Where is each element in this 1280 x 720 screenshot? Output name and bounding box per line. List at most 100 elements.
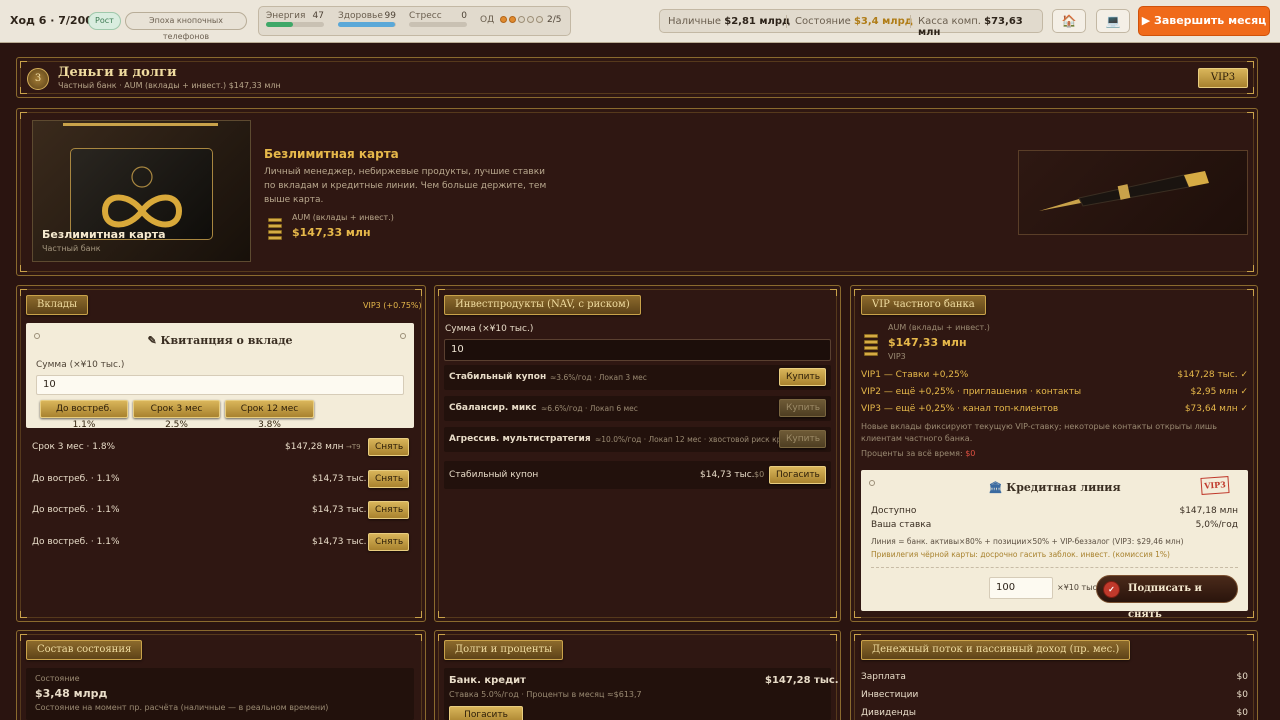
end-month-button[interactable]: ▶ Завершить месяц: [1138, 6, 1270, 36]
credit-available-value: $147,18 млн: [1179, 506, 1238, 516]
sign-and-withdraw-button[interactable]: ✓ Подписать и снять: [1096, 575, 1238, 620]
action-point-dot: [518, 16, 525, 23]
deposit-amount: $14,73 тыс.: [312, 536, 367, 547]
deposit-3m-button[interactable]: Срок 3 мес 2.5%: [133, 400, 220, 430]
loan-amount: $147,28 тыс.: [765, 675, 839, 686]
deposit-12m-button[interactable]: Срок 12 мес 3.8%: [225, 400, 314, 430]
cashflow-item-name: Инвестиции: [861, 690, 919, 700]
deposit-name: Срок 3 мес · 1.8%: [32, 442, 116, 452]
product-name: Сбалансир. микс: [449, 403, 537, 413]
wealth-label: Состояние: [35, 674, 80, 683]
action-points-label: ОД: [480, 15, 495, 25]
card-subtitle: Частный банк: [42, 244, 101, 253]
health-bar: [338, 22, 396, 27]
holding-name: Стабильный купон: [449, 470, 539, 480]
turn-indicator: Ход 6 · 7/2006: [10, 14, 101, 27]
company-cash-label: Касса комп.: [918, 16, 981, 27]
wealth-value: $3,48 млрд: [35, 687, 108, 700]
action-point-dot: [500, 16, 507, 23]
withdraw-button[interactable]: Снять: [368, 438, 409, 456]
invest-amount-label: Сумма (×¥10 тыс.): [445, 324, 534, 334]
computer-button[interactable]: 💻: [1096, 9, 1130, 33]
wealth-label: Состояние: [795, 16, 851, 27]
credit-rate-value: 5,0%/год: [1195, 520, 1238, 530]
health-stat: Здоровье 99: [338, 11, 396, 21]
withdraw-button[interactable]: Снять: [368, 501, 409, 519]
deposit-demand-button[interactable]: До востреб. 1.1%: [40, 400, 128, 430]
vip-level: VIP3: [888, 352, 906, 361]
withdraw-button[interactable]: Снять: [368, 469, 409, 488]
bank-card-image: Безлимитная карта Частный банк: [32, 120, 251, 262]
buy-button[interactable]: Купить: [779, 399, 826, 417]
player-stats: Энергия 47 Здоровье 99 Стресс 0 ОД 2/5: [258, 6, 571, 36]
action-points-dots: [500, 16, 543, 23]
invest-panel: [434, 285, 841, 622]
epoch-badge: Эпоха кнопочных телефонов: [125, 12, 247, 41]
redeem-button[interactable]: Погасить: [769, 466, 826, 484]
credit-formula: Линия = банк. активы×80% + позиции×50% +…: [871, 537, 1184, 546]
product-info: ≈3.6%/год · Локап 3 мес: [550, 373, 647, 382]
wax-seal-icon: ✓: [1103, 581, 1120, 598]
page-subtitle: Частный банк · AUM (вклады + инвест.) $1…: [58, 81, 281, 90]
action-point-dot: [509, 16, 516, 23]
withdraw-button[interactable]: Снять: [368, 532, 409, 551]
credit-privilege: Привилегия чёрной карты: досрочно гасить…: [871, 550, 1170, 559]
credit-title-text: Кредитная линия: [1006, 481, 1121, 494]
buy-button[interactable]: Купить: [779, 368, 826, 386]
card-name: Безлимитная карта: [264, 147, 399, 161]
vip-tier-text: VIP1 — Ставки +0,25%: [861, 370, 969, 380]
home-icon: 🏠: [1061, 14, 1077, 28]
energy-bar-fill: [266, 22, 294, 27]
cashflow-item-value: $0: [1236, 708, 1248, 718]
vip-aum-label: AUM (вклады + инвест.): [888, 323, 990, 332]
stress-value: 0: [461, 11, 467, 21]
product-info: ≈10.0%/год · Локап 12 мес · хвостовой ри…: [595, 435, 796, 444]
interest-total-label: Проценты за всё время:: [861, 449, 963, 458]
vip-tier-threshold: $147,28 тыс. ✓: [1177, 370, 1248, 380]
credit-available-label: Доступно: [871, 506, 917, 516]
fountain-pen-icon: [1039, 171, 1209, 211]
receipt-title-text: Квитанция о вкладе: [160, 334, 293, 347]
vip-aum-value: $147,33 млн: [888, 336, 967, 349]
computer-icon: 💻: [1105, 14, 1121, 28]
cashflow-item-name: Зарплата: [861, 672, 906, 682]
interest-total: Проценты за всё время: $0: [861, 449, 975, 458]
deposit-amount-input[interactable]: 10: [36, 375, 404, 395]
invest-amount-input[interactable]: 10: [444, 339, 831, 361]
divider: [871, 567, 1238, 568]
card-title: Безлимитная карта: [42, 228, 166, 241]
repay-all-button[interactable]: Погасить всё: [449, 706, 523, 720]
section-number: 3: [27, 68, 49, 90]
card-description: Личный менеджер, небиржевые продукты, лу…: [264, 167, 547, 205]
credit-title: 🏛 Кредитная линия: [861, 481, 1248, 494]
product-name: Стабильный купон: [449, 372, 547, 382]
buy-button[interactable]: Купить: [779, 430, 826, 448]
vip-stamp: VIP3: [1200, 476, 1230, 495]
vip-rate-bonus: VIP3 (+0.75%): [363, 301, 422, 310]
aum-label: AUM (вклады + инвест.): [292, 213, 394, 222]
deposits-tab: Вклады: [26, 295, 89, 315]
holding-pnl: $0: [754, 470, 765, 479]
cashflow-item-name: Дивиденды: [861, 708, 917, 718]
credit-amount-input[interactable]: 100: [989, 577, 1053, 599]
product-name: Агрессив. мультистратегия: [449, 434, 591, 444]
deposit-maturity: →T9: [346, 443, 361, 451]
loan-name: Банк. кредит: [449, 675, 526, 686]
stress-bar: [409, 22, 467, 27]
home-button[interactable]: 🏠: [1052, 9, 1086, 33]
divider: [786, 15, 787, 28]
coin-stack-icon: [864, 334, 878, 356]
cash-value: $2,81 млрд: [724, 16, 791, 27]
pen-illustration: [1018, 150, 1248, 235]
invest-tab: Инвестпродукты (NAV, с риском): [444, 295, 641, 315]
health-label: Здоровье: [338, 11, 383, 21]
bank-icon: 🏛: [988, 481, 1003, 494]
cashflow-item-value: $0: [1236, 690, 1248, 700]
aum-value: $147,33 млн: [292, 226, 371, 239]
action-points-count: 2/5: [547, 15, 562, 25]
cash-label: Наличные: [668, 16, 722, 27]
vip-tier-threshold: $73,64 млн ✓: [1184, 404, 1248, 414]
coin-stack-icon: [268, 218, 282, 240]
credit-amount-unit: ×¥10 тыс.: [1057, 583, 1100, 592]
health-bar-fill: [338, 22, 396, 27]
